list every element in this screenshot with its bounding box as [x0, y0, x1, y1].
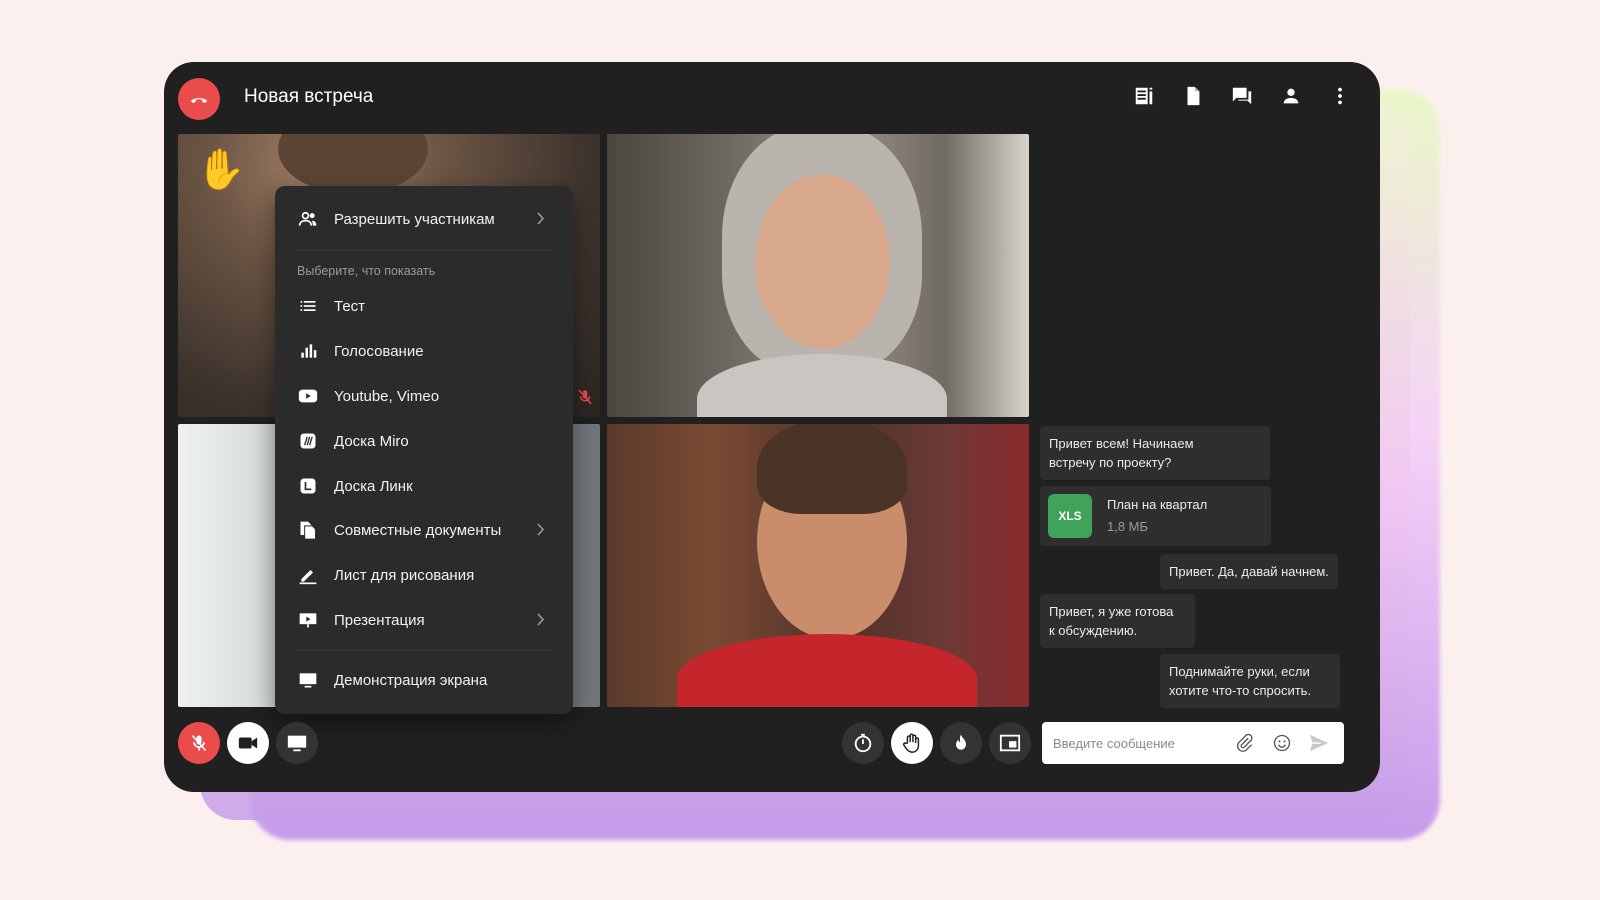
menu-item-label: Тест: [334, 297, 366, 315]
participant-hair: [278, 134, 428, 194]
paperclip-icon[interactable]: [1234, 732, 1256, 754]
menu-item-label: Презентация: [334, 611, 425, 629]
poll-icon: [297, 340, 319, 362]
menu-item-screen-share[interactable]: Демонстрация экрана: [275, 660, 573, 700]
menu-item-presentation[interactable]: Презентация: [275, 600, 573, 640]
chat-message-line: Поднимайте руки, если: [1169, 664, 1310, 679]
chat-message-line: Привет всем! Начинаем: [1049, 436, 1194, 451]
video-tile-participant-4[interactable]: [607, 424, 1029, 707]
chevron-right-icon: [537, 613, 545, 630]
list-icon: [297, 295, 319, 317]
chat-input-box: [1042, 722, 1344, 764]
timer-button[interactable]: [842, 722, 884, 764]
menu-item-label: Совместные документы: [334, 521, 502, 539]
meeting-title: Новая встреча: [244, 86, 374, 107]
chat-file-attachment[interactable]: XLS План на квартал 1,8 МБ: [1040, 486, 1271, 546]
menu-item-miro[interactable]: Доска Miro: [275, 421, 573, 461]
menu-item-drawing-sheet[interactable]: Лист для рисования: [275, 555, 573, 595]
menu-item-label: Лист для рисования: [334, 566, 475, 584]
document-icon[interactable]: [1181, 84, 1205, 108]
menu-item-label: Доска Miro: [334, 432, 409, 450]
phone-hangup-icon: [190, 98, 208, 104]
chevron-right-icon: [537, 523, 545, 540]
chat-message: Поднимайте руки, если хотите что-то спро…: [1160, 654, 1340, 708]
chat-message-line: хотите что-то спросить.: [1169, 683, 1312, 698]
participant-face: [755, 174, 890, 349]
xls-file-icon: XLS: [1048, 494, 1092, 538]
video-camera-icon: [238, 737, 258, 749]
mic-off-indicator-icon: [576, 388, 594, 411]
menu-item-shared-documents[interactable]: Совместные документы: [275, 510, 573, 550]
header: Новая встреча: [164, 62, 1380, 134]
presentation-icon: [297, 609, 319, 631]
menu-caption: Выберите, что показать: [297, 264, 436, 278]
participant-shirt: [677, 634, 977, 707]
link-board-icon: [297, 475, 319, 497]
mic-off-icon: [191, 734, 207, 752]
participant-hair: [757, 424, 907, 514]
mic-toggle-button[interactable]: [178, 722, 220, 764]
chat-message: Привет. Да, давай начнем.: [1160, 554, 1338, 589]
message-input[interactable]: [1053, 735, 1233, 751]
screen-share-button[interactable]: [276, 722, 318, 764]
menu-item-allow-participants[interactable]: Разрешить участникам: [275, 199, 573, 239]
camera-toggle-button[interactable]: [227, 722, 269, 764]
chat-icon[interactable]: [1230, 84, 1254, 108]
chat-message-line: Привет. Да, давай начнем.: [1169, 564, 1329, 579]
chat-message-line: встречу по проекту?: [1049, 455, 1172, 470]
flame-icon: [956, 734, 966, 750]
monitor-icon: [287, 735, 307, 752]
end-call-button[interactable]: [178, 78, 220, 120]
chat-message-line: Привет, я уже готова: [1049, 604, 1174, 619]
menu-item-poll[interactable]: Голосование: [275, 331, 573, 371]
documents-icon: [297, 519, 319, 541]
miro-icon: [297, 430, 319, 452]
menu-divider: [293, 250, 555, 251]
pencil-icon: [297, 564, 319, 586]
monitor-icon: [297, 669, 319, 691]
youtube-icon: [297, 385, 319, 407]
menu-item-label: Разрешить участникам: [334, 210, 495, 228]
participant-sweater: [697, 354, 947, 417]
raised-hand-icon: ✋: [196, 148, 246, 192]
chat-message: Привет всем! Начинаем встречу по проекту…: [1040, 426, 1270, 480]
layout-button[interactable]: [989, 722, 1031, 764]
menu-item-label: Голосование: [334, 342, 424, 360]
send-icon[interactable]: [1308, 732, 1330, 754]
file-name: План на квартал: [1107, 497, 1208, 512]
menu-divider: [293, 650, 555, 651]
header-toolbar: [1132, 84, 1352, 108]
hand-icon: [903, 733, 920, 753]
file-size: 1,8 МБ: [1107, 519, 1149, 534]
menu-item-link-board[interactable]: Доска Линк: [275, 466, 573, 506]
chat-message: Привет, я уже готова к обсуждению.: [1040, 594, 1195, 648]
more-vertical-icon[interactable]: [1328, 84, 1352, 108]
meeting-window: Новая встреча ✋ Разрешить участникам Выб…: [164, 62, 1380, 792]
raise-hand-button[interactable]: [891, 722, 933, 764]
menu-item-youtube[interactable]: Youtube, Vimeo: [275, 376, 573, 416]
emoji-icon[interactable]: [1271, 732, 1293, 754]
reactions-button[interactable]: [940, 722, 982, 764]
share-menu: Разрешить участникам Выберите, что показ…: [275, 186, 573, 714]
participants-icon[interactable]: [1279, 84, 1303, 108]
stopwatch-icon: [854, 733, 872, 753]
video-tile-participant-2[interactable]: [607, 134, 1029, 417]
picture-in-picture-icon: [999, 734, 1021, 752]
notes-icon[interactable]: [1132, 84, 1156, 108]
menu-item-label: Youtube, Vimeo: [334, 387, 440, 405]
people-icon: [297, 208, 319, 230]
menu-item-test[interactable]: Тест: [275, 286, 573, 326]
menu-item-label: Доска Линк: [334, 477, 413, 495]
menu-item-label: Демонстрация экрана: [334, 671, 488, 689]
chevron-right-icon: [537, 212, 545, 229]
chat-message-line: к обсуждению.: [1049, 623, 1138, 638]
